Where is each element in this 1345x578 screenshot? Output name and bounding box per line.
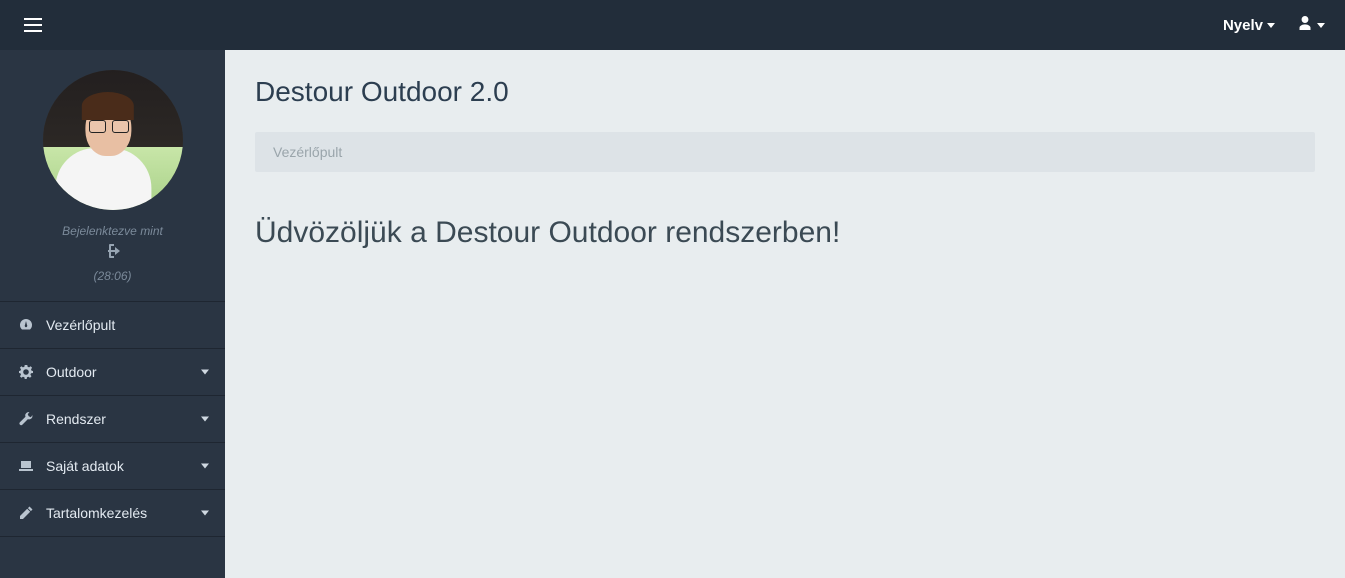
nav-item-system[interactable]: Rendszer	[0, 396, 225, 443]
chevron-down-icon	[201, 464, 209, 469]
main-content: Destour Outdoor 2.0 Vezérlőpult Üdvözölj…	[225, 50, 1345, 578]
avatar	[43, 70, 183, 210]
welcome-heading: Üdvözöljük a Destour Outdoor rendszerben…	[255, 216, 1315, 250]
caret-down-icon	[1317, 23, 1325, 28]
nav-label: Saját adatok	[46, 458, 124, 474]
topbar: Nyelv	[0, 0, 1345, 50]
user-icon	[1297, 15, 1313, 36]
wrench-icon	[16, 412, 36, 426]
gear-icon	[16, 365, 36, 379]
nav-label: Rendszer	[46, 411, 106, 427]
nav-item-content[interactable]: Tartalomkezelés	[0, 490, 225, 537]
signout-icon	[104, 244, 122, 263]
caret-down-icon	[1267, 23, 1275, 28]
chevron-down-icon	[201, 417, 209, 422]
laptop-icon	[16, 459, 36, 473]
language-label: Nyelv	[1223, 17, 1263, 34]
breadcrumb: Vezérlőpult	[255, 132, 1315, 172]
user-block: Bejelenktezve mint (28:06)	[0, 50, 225, 301]
nav-item-profile[interactable]: Saját adatok	[0, 443, 225, 490]
page-title: Destour Outdoor 2.0	[255, 76, 1315, 108]
user-menu-dropdown[interactable]	[1297, 15, 1325, 36]
sidebar-nav: Vezérlőpult Outdoor Rendszer	[0, 301, 225, 537]
menu-toggle-button[interactable]	[20, 14, 46, 36]
nav-item-outdoor[interactable]: Outdoor	[0, 349, 225, 396]
chevron-down-icon	[201, 511, 209, 516]
nav-label: Tartalomkezelés	[46, 505, 147, 521]
sidebar: Bejelenktezve mint (28:06) Vezérlőpult O…	[0, 50, 225, 578]
nav-label: Outdoor	[46, 364, 97, 380]
session-timer: (28:06)	[10, 269, 215, 283]
nav-label: Vezérlőpult	[46, 317, 115, 333]
pencil-icon	[16, 506, 36, 520]
nav-item-dashboard[interactable]: Vezérlőpult	[0, 302, 225, 349]
chevron-down-icon	[201, 370, 209, 375]
logout-button[interactable]	[104, 244, 122, 263]
logged-in-as-label: Bejelenktezve mint	[10, 224, 215, 238]
dashboard-icon	[16, 318, 36, 332]
language-dropdown[interactable]: Nyelv	[1223, 17, 1275, 34]
